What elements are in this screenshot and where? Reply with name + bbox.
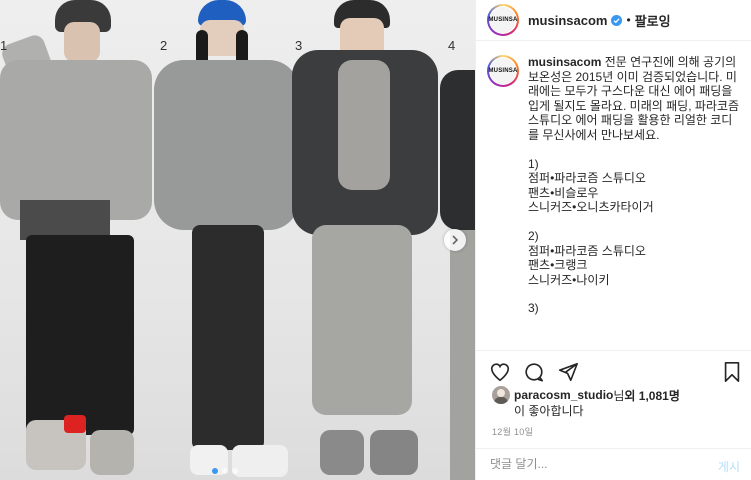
likes-text: 님 [613,388,625,403]
outfit-number: 2) [528,228,539,243]
comment-bar: 게시 [476,448,751,480]
post-header: MUSINSA musinsacom • 팔로잉 [476,0,751,41]
model-number-4: 4 [448,38,456,53]
outfit-list: 1) 점퍼•파라코즘 스튜디오 팬츠•비슬로우 스니커즈•오니츠카타이거 2) … [528,157,741,316]
model-1-figure [0,0,160,480]
avatar-logo: MUSINSA [488,58,517,84]
outfit-item: 2) 점퍼•파라코즘 스튜디오 팬츠•크랭크 스니커즈•나이키 [528,229,741,287]
liker-username[interactable]: paracosm_studio [514,388,613,402]
outfit-number: 1) [528,156,539,171]
outfit-item: 1) 점퍼•파라코즘 스튜디오 팬츠•비슬로우 스니커즈•오니츠카타이거 [528,157,741,215]
caption: MUSINSA musinsacom 전문 연구진에 의해 공기의 보온성은 2… [487,55,751,330]
caption-scroll-area[interactable]: MUSINSA musinsacom 전문 연구진에 의해 공기의 보온성은 2… [487,55,751,348]
outfit-line: 점퍼•파라코즘 스튜디오 [528,243,646,258]
liker-avatar[interactable] [492,386,510,404]
carousel-indicator [212,468,238,474]
model-number-2: 2 [160,38,168,53]
chevron-right-icon [452,235,459,245]
carousel-dot [222,468,228,474]
avatar[interactable]: MUSINSA [487,4,519,36]
comment-input[interactable] [490,457,690,471]
avatar-logo: MUSINSA [488,7,517,33]
model-4-figure [420,60,475,480]
post-photo[interactable]: 1 2 3 4 [0,0,475,480]
caption-body: musinsacom 전문 연구진에 의해 공기의 보온성은 2015년 이미 … [528,55,741,330]
outfit-item: 3) [528,301,741,316]
carousel-dot [212,468,218,474]
likes-count[interactable]: 외 1,081명 [624,387,679,404]
header-username[interactable]: musinsacom [528,13,607,28]
outfit-line: 팬츠•비슬로우 [528,185,599,200]
header-separator: • [626,13,631,27]
comment-icon[interactable] [523,361,545,383]
verified-badge-icon [611,14,623,26]
post-side-panel: MUSINSA musinsacom • 팔로잉 MUSINSA musinsa… [475,0,751,480]
action-bar [476,350,751,390]
caption-username[interactable]: musinsacom [528,55,601,69]
caption-avatar[interactable]: MUSINSA [487,55,519,87]
model-3-figure [290,0,440,480]
heart-icon[interactable] [489,361,511,383]
following-button[interactable]: 팔로잉 [635,11,671,30]
likes-text-line2: 이 좋아합니다 [514,404,584,418]
carousel-next-button[interactable] [444,229,466,251]
carousel-dot [232,468,238,474]
share-icon[interactable] [557,361,579,383]
outfit-line: 점퍼•파라코즘 스튜디오 [528,171,646,186]
post-date[interactable]: 12월 10일 [492,425,533,438]
bookmark-icon[interactable] [722,361,742,383]
model-number-3: 3 [295,38,303,53]
model-2-figure [152,0,302,480]
model-number-1: 1 [0,38,8,53]
outfit-line: 스니커즈•오니츠카타이거 [528,200,654,215]
post-comment-button[interactable]: 게시 [718,458,740,475]
outfit-line: 스니커즈•나이키 [528,272,610,287]
outfit-number: 3) [528,301,539,316]
outfit-line: 팬츠•크랭크 [528,258,588,273]
